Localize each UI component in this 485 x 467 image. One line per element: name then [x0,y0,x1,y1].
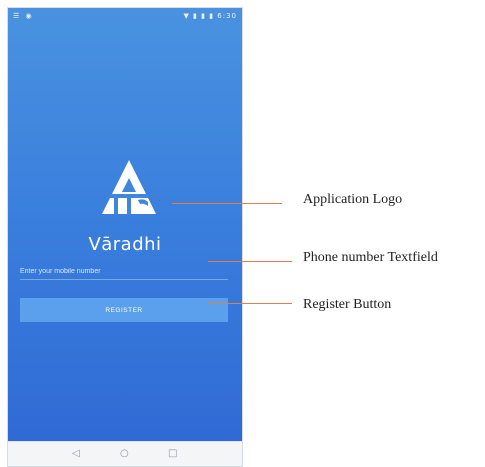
logo-callout-line [172,203,282,204]
navigation-bar: ◁ ○ □ [8,441,242,466]
app-name: Vāradhi [88,234,162,255]
status-right-icons: ▼ ▮ ▮ ▮ 6:30 [183,12,237,20]
register-callout-label: Register Button [303,297,392,312]
status-bar: ☰ ◉ ▼ ▮ ▮ ▮ 6:30 [8,8,242,26]
home-icon[interactable]: ○ [120,448,129,459]
itc-logo-icon [102,160,156,214]
status-left-icons: ☰ ◉ [13,12,34,20]
back-icon[interactable]: ◁ [72,448,80,459]
phone-number-input[interactable] [20,263,228,280]
phone-field-callout-line [208,261,292,262]
logo-callout-label: Application Logo [303,192,403,207]
register-callout-line [208,303,292,304]
phone-screen: ☰ ◉ ▼ ▮ ▮ ▮ 6:30 Vāradhi REGISTER ◁ ○ □ [8,8,242,466]
phone-field-callout-label: Phone number Textfield [303,250,438,265]
recents-icon[interactable]: □ [168,448,177,459]
register-button[interactable]: REGISTER [20,298,228,322]
